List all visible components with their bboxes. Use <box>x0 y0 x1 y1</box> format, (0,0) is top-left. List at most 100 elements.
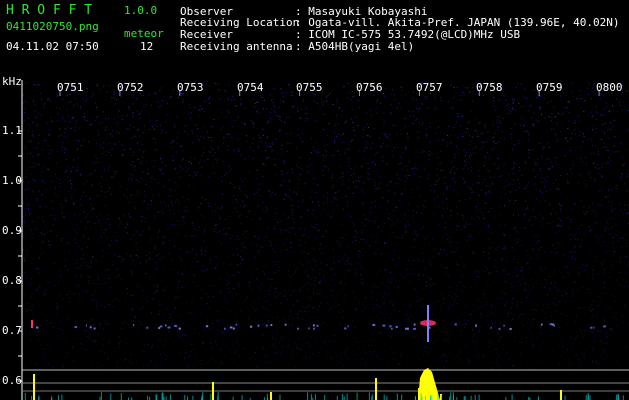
echo-trace <box>132 324 135 327</box>
signal-noise <box>184 394 186 400</box>
echo-trace <box>498 327 501 330</box>
echo-trace <box>235 323 238 326</box>
signal-noise <box>396 393 398 400</box>
signal-noise <box>425 395 426 400</box>
file-name: 0411020750.png <box>6 20 99 33</box>
echo-trace <box>93 327 96 330</box>
file-datetime: 04.11.02 07:50 <box>6 40 99 53</box>
signal-noise <box>585 395 587 400</box>
signal-noise <box>474 395 476 400</box>
time-tick-label: 0800 <box>596 81 623 94</box>
echo-trace <box>503 324 505 327</box>
signal-noise <box>324 395 326 400</box>
freq-tick-label: 0.6 <box>2 374 22 387</box>
info-value-receiver: : ICOM IC-575 53.7492(@LCD)MHz USB <box>295 28 521 41</box>
noise-field <box>22 82 629 371</box>
signal-noise <box>538 396 539 400</box>
signal-noise <box>368 392 370 400</box>
echo-trace <box>553 324 555 327</box>
echo-trace <box>454 323 457 326</box>
echo-trace <box>344 327 347 330</box>
echo-trace <box>490 326 492 329</box>
signal-spike <box>33 374 35 400</box>
signal-spike <box>212 382 214 400</box>
signal-noise <box>161 392 163 400</box>
signal-noise <box>187 396 189 400</box>
echo-trace <box>391 327 393 330</box>
info-label-antenna: Receiving antenna <box>180 40 293 53</box>
echo-trace <box>178 327 181 330</box>
time-tick-label: 0753 <box>177 81 204 94</box>
freq-tick-label: 1.0 <box>2 174 22 187</box>
echo-trace <box>232 327 235 330</box>
signal-noise <box>210 393 212 400</box>
info-label-receiver: Receiver <box>180 28 233 41</box>
echo-trace <box>284 323 287 326</box>
signal-noise <box>386 395 388 400</box>
signal-spike <box>375 378 377 400</box>
signal-noise <box>307 392 309 400</box>
signal-noise <box>346 393 348 400</box>
echo-trace <box>540 323 543 326</box>
signal-noise <box>147 395 149 400</box>
echo-trace <box>509 327 512 330</box>
signal-noise <box>383 394 385 400</box>
echo-trace <box>395 326 399 329</box>
hrofft-window: H R O F F T 1.0.0 0411020750.png meteor … <box>0 0 629 400</box>
signal-noise <box>463 396 465 400</box>
echo-trace <box>413 327 416 330</box>
signal-noise <box>564 395 566 400</box>
info-value-location: : Ogata-vill. Akita-Pref. JAPAN (139.96E… <box>295 16 620 29</box>
signal-noise <box>440 395 442 400</box>
time-tick-label: 0759 <box>536 81 563 94</box>
signal-noise <box>170 394 172 400</box>
signal-noise <box>100 392 102 400</box>
signal-noise <box>430 396 431 400</box>
echo-trace <box>146 326 149 329</box>
echo-trace <box>372 324 376 327</box>
echo-trace <box>316 324 319 327</box>
echo-trace <box>270 324 273 327</box>
signal-noise <box>478 394 480 400</box>
echo-trace <box>297 327 300 330</box>
time-tick-label: 0752 <box>117 81 144 94</box>
meteor-count: 12 <box>140 40 154 53</box>
echo-trace <box>407 327 409 330</box>
signal-noise <box>452 392 454 400</box>
echo-trace <box>165 324 167 327</box>
time-tick-label: 0756 <box>356 81 383 94</box>
time-tick-label: 0754 <box>237 81 264 94</box>
signal-noise <box>110 393 112 400</box>
signal-noise <box>618 394 619 400</box>
signal-noise <box>415 396 417 400</box>
echo-trace <box>167 326 171 329</box>
axis-unit-label: kHz <box>2 75 22 88</box>
info-label-location: Receiving Location <box>180 16 300 29</box>
freq-tick-label: 0.8 <box>2 274 22 287</box>
echo-trace <box>229 326 233 329</box>
signal-noise <box>217 392 219 400</box>
signal-noise <box>241 395 243 400</box>
signal-noise <box>61 394 63 400</box>
echo-trace <box>74 326 77 329</box>
time-tick-label: 0757 <box>416 81 443 94</box>
echo-trace <box>89 326 92 329</box>
signal-noise <box>587 394 589 400</box>
echo-trace <box>405 327 408 330</box>
signal-noise <box>470 395 472 400</box>
meteor-label: meteor <box>124 27 164 40</box>
echo-trace <box>174 324 177 327</box>
echo-trace <box>413 323 416 326</box>
echo-trace <box>475 325 477 328</box>
echo-trace <box>36 326 39 329</box>
echo-trace <box>312 324 315 327</box>
signal-noise <box>120 393 122 400</box>
freq-tick-label: 0.7 <box>2 324 22 337</box>
signal-noise <box>58 395 59 400</box>
signal-noise <box>401 394 403 400</box>
signal-noise <box>420 393 422 400</box>
signal-noise <box>336 395 338 400</box>
echo-trace <box>159 325 163 328</box>
app-title: H R O F F T <box>6 3 93 18</box>
signal-noise <box>437 394 439 400</box>
